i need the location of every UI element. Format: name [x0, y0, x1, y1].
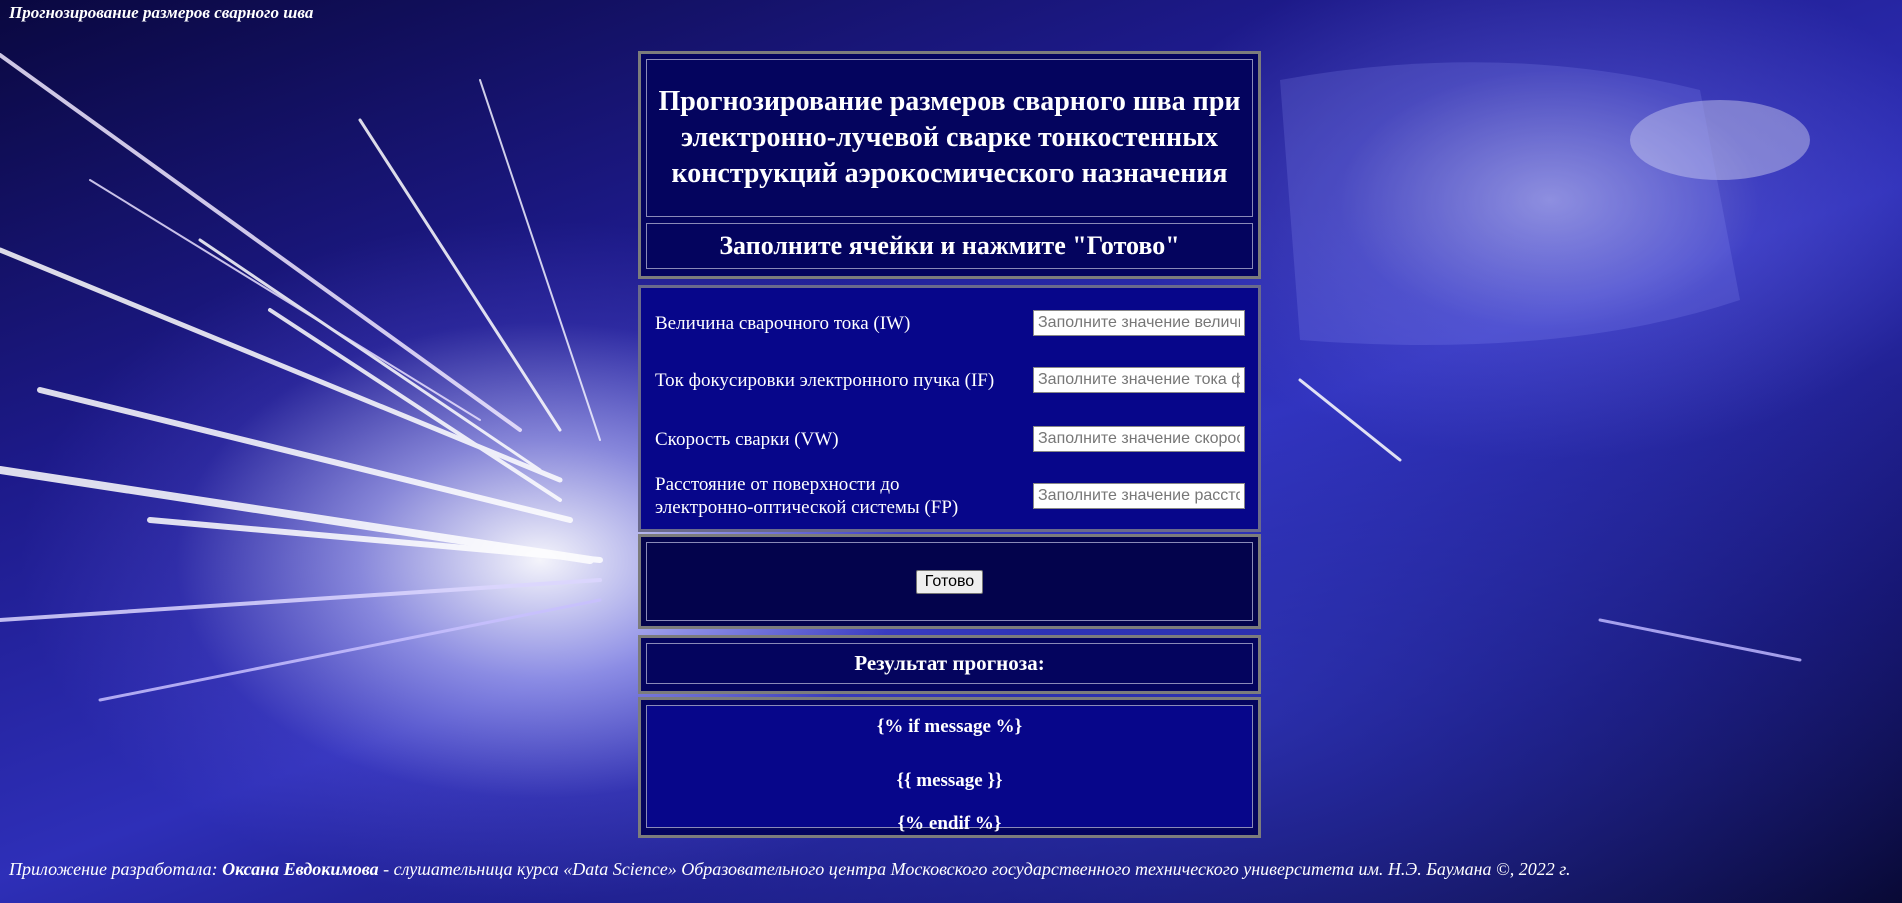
field-label-vw: Скорость сварки (VW) — [655, 428, 839, 450]
form-row-fp: Расстояние от поверхности до электронно-… — [655, 471, 1245, 521]
field-label-fp: Расстояние от поверхности до электронно-… — [655, 474, 959, 518]
footer-prefix: Приложение разработала: — [9, 859, 223, 879]
form-row-vw: Скорость сварки (VW) — [655, 418, 1245, 460]
instruction-text: Заполните ячейки и нажмите "Готово" — [646, 223, 1253, 269]
result-line: {{ message }} — [896, 770, 1003, 791]
page-top-title: Прогнозирование размеров сварного шва — [9, 3, 314, 22]
result-line: {% endif %} — [897, 813, 1002, 834]
submit-button[interactable]: Готово — [915, 569, 984, 594]
result-title: Результат прогноза: — [646, 643, 1253, 684]
form-row-iw: Величина сварочного тока (IW) — [655, 302, 1245, 344]
submit-container: Готово — [646, 542, 1253, 621]
result-line: {% if message %} — [876, 716, 1023, 737]
footer-author: Оксана Евдокимова — [222, 859, 379, 879]
field-label-iw: Величина сварочного тока (IW) — [655, 312, 911, 334]
if-input[interactable] — [1033, 367, 1245, 393]
result-title-panel: Результат прогноза: — [638, 635, 1261, 694]
footer-suffix: - слушательница курса «Data Science» Обр… — [378, 859, 1571, 879]
input-form: Величина сварочного тока (IW) Ток фокуси… — [638, 285, 1261, 532]
header-panel: Прогнозирование размеров сварного шва пр… — [638, 51, 1261, 279]
field-label-if: Ток фокусировки электронного пучка (IF) — [655, 369, 995, 391]
footer-credits: Приложение разработала: Оксана Евдокимов… — [9, 859, 1571, 880]
iw-input[interactable] — [1033, 310, 1245, 336]
form-row-if: Ток фокусировки электронного пучка (IF) — [655, 355, 1245, 405]
result-output: {% if message %} {{ message }} {% endif … — [646, 705, 1253, 834]
vw-input[interactable] — [1033, 426, 1245, 452]
page-title: Прогнозирование размеров сварного шва пр… — [646, 59, 1253, 217]
result-panel: {% if message %} {{ message }} {% endif … — [638, 697, 1261, 838]
fp-input[interactable] — [1033, 483, 1245, 509]
submit-panel: Готово — [638, 534, 1261, 629]
